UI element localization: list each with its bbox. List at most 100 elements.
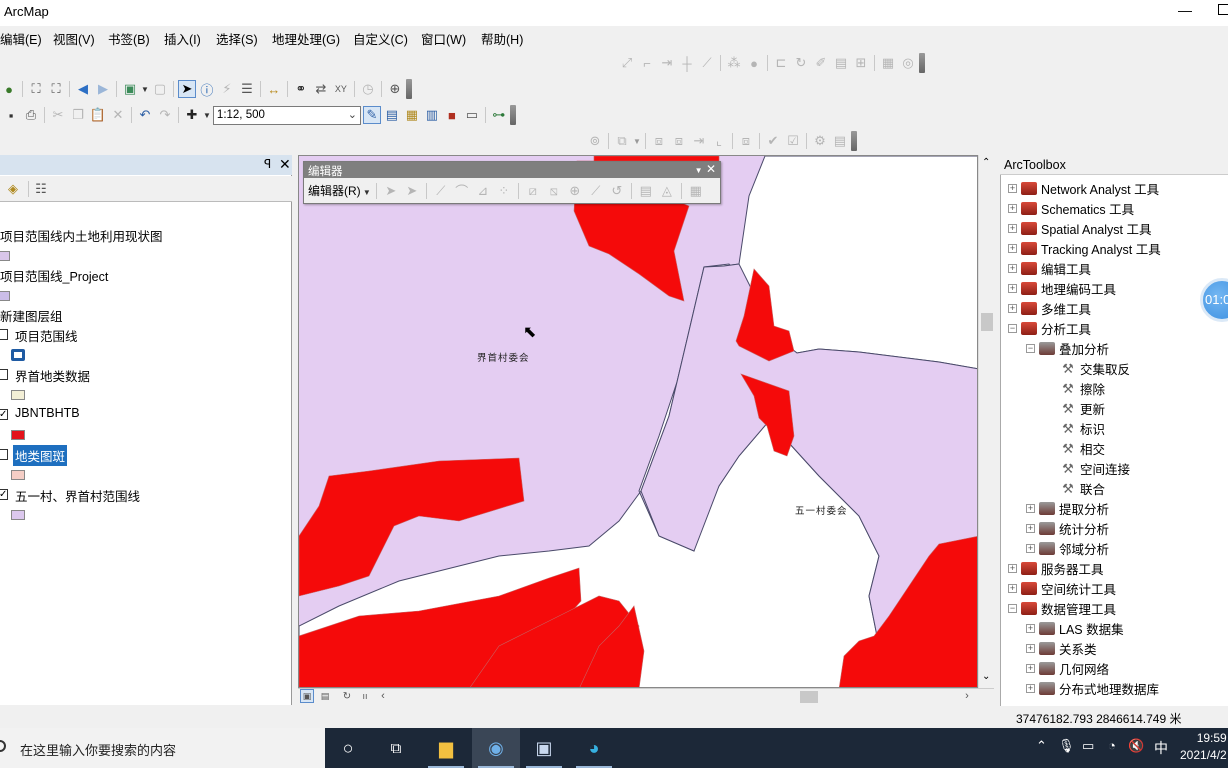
toolbox-item[interactable]: + 空间统计工具 (1008, 579, 1116, 598)
point-icon[interactable]: ⁘ (495, 182, 513, 200)
select-elements-icon[interactable]: ➤ (177, 80, 196, 98)
menu-windows[interactable]: 窗口(W) (421, 29, 466, 48)
map-scale-input[interactable]: 1:12, 500 ⌄ (212, 105, 361, 125)
toolbar-options-handle[interactable] (509, 105, 516, 125)
hyperlink-icon[interactable]: ⚡ (218, 80, 236, 98)
construct-features-icon[interactable]: ⧈ (737, 132, 755, 150)
expand-icon[interactable]: + (1008, 304, 1017, 313)
line-intersection-icon[interactable]: ⟋ (698, 54, 716, 72)
save-icon[interactable]: ▪ (2, 106, 20, 124)
expand-icon[interactable]: + (1026, 544, 1035, 553)
copy-icon[interactable]: ❐ (69, 106, 87, 124)
expand-icon[interactable]: + (1008, 264, 1017, 273)
toolbox-item[interactable]: + 多维工具 (1008, 299, 1091, 318)
toolbox-item[interactable]: + 分布式地理数据库 (1026, 679, 1159, 698)
app-taskbar-button[interactable]: ▣ (520, 728, 568, 768)
toolbox-item[interactable]: + Spatial Analyst 工具 (1008, 219, 1151, 238)
expand-icon[interactable]: + (1026, 664, 1035, 673)
refresh-icon[interactable]: ↻ (340, 689, 354, 703)
toolbox-item[interactable]: + LAS 数据集 (1026, 619, 1124, 638)
microphone-icon[interactable]: 🎙 (1058, 738, 1075, 754)
toolbox-item[interactable]: + 邻域分析 (1026, 539, 1109, 558)
explode-icon[interactable]: ⁂ (725, 54, 743, 72)
close-icon[interactable]: ✕ (706, 162, 716, 176)
toolbox-item[interactable]: + 几何网络 (1026, 659, 1109, 678)
show-shared-features-icon[interactable]: ⧈ (650, 132, 668, 150)
cortana-button[interactable]: ○ (324, 728, 372, 768)
validate-topology-icon[interactable]: ✔ (764, 132, 782, 150)
map-vertical-scrollbar[interactable]: ⌃ ⌄ (978, 155, 994, 688)
fillet-icon[interactable]: ⌐ (638, 54, 656, 72)
map-view[interactable]: 界首村委会 五一村委会 ⬉ (298, 155, 978, 688)
align-edge-tool-icon[interactable]: ⇥ (690, 132, 708, 150)
expand-icon[interactable]: + (1026, 504, 1035, 513)
sketch-properties-icon[interactable]: ◬ (658, 182, 676, 200)
find-route-icon[interactable]: ⇄ (312, 80, 330, 98)
toolbox-item[interactable]: ⚒ 空间连接 (1044, 459, 1130, 478)
toolbox-item[interactable]: + Network Analyst 工具 (1008, 179, 1159, 198)
edit-annotation-icon[interactable]: ➤ (403, 182, 421, 200)
ime-indicator[interactable]: 中 (1154, 738, 1168, 758)
redo-icon[interactable]: ↷ (156, 106, 174, 124)
expand-icon[interactable]: + (1008, 184, 1017, 193)
toolbox-item[interactable]: ⚒ 交集取反 (1044, 359, 1130, 378)
model-builder-icon[interactable]: ⊶ (490, 106, 508, 124)
toolbox-item[interactable]: + 地理编码工具 (1008, 279, 1116, 298)
reshape-icon[interactable]: ⧅ (545, 182, 563, 200)
go-to-xy-icon[interactable]: XY (332, 80, 350, 98)
editor-toolbar-icon[interactable]: ✎ (362, 106, 381, 124)
pin-icon[interactable]: ꟼ (264, 157, 271, 171)
create-features-icon[interactable]: ▦ (687, 182, 705, 200)
topology-edit-icon[interactable]: ⧉ (613, 132, 631, 150)
toc-layer-label[interactable]: 项目范围线 (15, 326, 78, 345)
expand-icon[interactable]: + (1026, 524, 1035, 533)
toolbox-item[interactable]: ⚒ 联合 (1044, 479, 1105, 498)
collapse-icon[interactable]: − (1008, 604, 1017, 613)
menu-customize[interactable]: 自定义(C) (353, 29, 408, 48)
chevron-down-icon[interactable]: ▼ (633, 137, 641, 146)
toc-layer-label-selected[interactable]: 地类图斑 (13, 445, 68, 466)
menu-edit[interactable]: 编辑(E) (0, 29, 42, 48)
toc-layer-label[interactable]: 五一村、界首村范围线 (15, 486, 140, 505)
reshape-edge-icon[interactable]: ⧈ (670, 132, 688, 150)
rotate-icon[interactable]: ↺ (608, 182, 626, 200)
table-of-contents-icon[interactable]: ▤ (383, 106, 401, 124)
editor-menu-button[interactable]: 编辑器(R) ▼ (308, 182, 371, 199)
layer-visibility-checkbox[interactable] (0, 369, 8, 380)
print-icon[interactable]: ⎙ (22, 106, 40, 124)
error-inspector-icon[interactable]: ▤ (831, 132, 849, 150)
select-features-icon[interactable]: ▣ (121, 80, 139, 98)
undo-icon[interactable]: ↶ (136, 106, 154, 124)
toc-layer-label[interactable]: JBNTBHTB (15, 406, 80, 420)
time-slider-icon[interactable]: ◷ (359, 80, 377, 98)
expand-icon[interactable]: + (1026, 684, 1035, 693)
paste-icon[interactable]: 📋 (89, 106, 107, 124)
cut-polygons-icon[interactable]: ⊕ (566, 182, 584, 200)
expand-icon[interactable]: + (1026, 624, 1035, 633)
split-polygons-icon[interactable]: ▦ (879, 54, 897, 72)
menu-insert[interactable]: 插入(I) (164, 29, 201, 48)
magnifier-icon[interactable]: ⊕ (386, 80, 404, 98)
collapse-icon[interactable]: − (1026, 344, 1035, 353)
construct-icon[interactable]: ⊞ (852, 54, 870, 72)
toolbox-item[interactable]: + 编辑工具 (1008, 259, 1091, 278)
toolbox-item[interactable]: + 提取分析 (1026, 499, 1109, 518)
menu-view[interactable]: 视图(V) (53, 29, 95, 48)
toolbox-item[interactable]: ⚒ 擦除 (1044, 379, 1105, 398)
layer-visibility-checkbox[interactable]: ✓ (0, 409, 8, 420)
end-point-arc-icon[interactable]: ⌒ (453, 182, 471, 200)
toolbar-options-handle[interactable] (919, 53, 925, 73)
toolbox-item[interactable]: + 统计分析 (1026, 519, 1109, 538)
taskbar-search-box[interactable]: 在这里输入你要搜索的内容 (0, 728, 325, 768)
validate-extent-icon[interactable]: ☑ (784, 132, 802, 150)
expand-icon[interactable]: + (1008, 204, 1017, 213)
editor-toolbar-title-bar[interactable]: 编辑器 ▼ ✕ (304, 162, 720, 178)
menu-geoprocessing[interactable]: 地理处理(G) (272, 29, 340, 48)
file-explorer-button[interactable]: ▆ (422, 728, 470, 768)
align-edge-icon[interactable]: ⊏ (772, 54, 790, 72)
buffer-icon[interactable]: ◎ (899, 54, 917, 72)
layer-visibility-checkbox[interactable]: ✓ (0, 489, 8, 500)
search-window-icon[interactable]: ▥ (423, 106, 441, 124)
layer-visibility-checkbox[interactable] (0, 329, 8, 340)
extend-icon[interactable]: ⇥ (658, 54, 676, 72)
